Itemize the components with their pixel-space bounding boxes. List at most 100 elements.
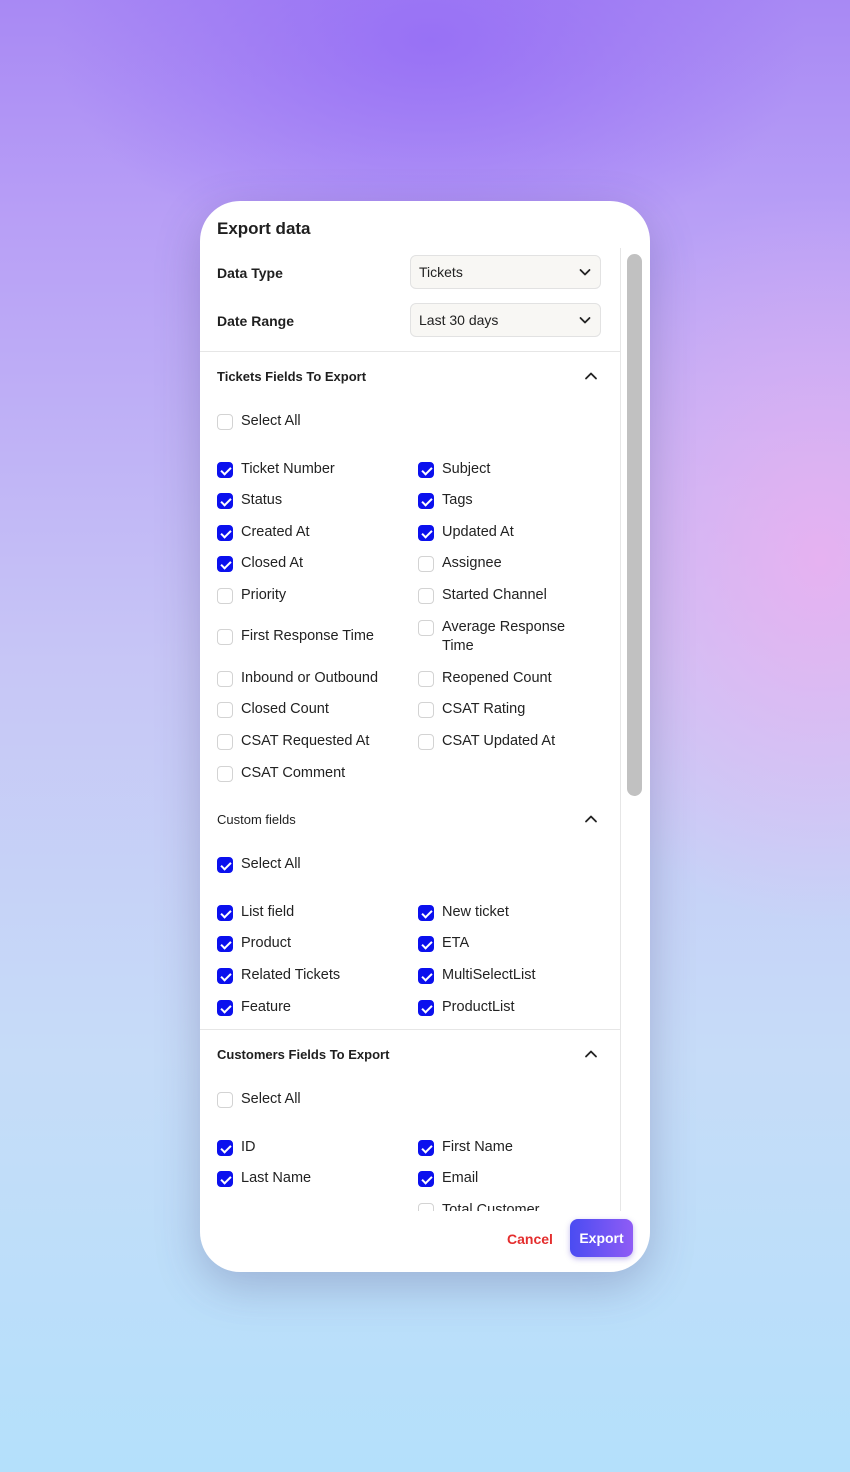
ticket-field-checkbox[interactable]: Tags xyxy=(418,492,473,510)
checkbox-box xyxy=(418,556,434,572)
custom-field-checkbox[interactable]: MultiSelectList xyxy=(418,967,536,985)
checkbox-box xyxy=(217,462,233,478)
chevron-down-icon xyxy=(579,269,591,276)
checkbox-label: CSAT Requested At xyxy=(241,733,370,749)
cancel-button[interactable]: Cancel xyxy=(507,1231,553,1247)
customer-field-checkbox[interactable]: Last Name xyxy=(217,1170,312,1188)
ticket-field-checkbox[interactable]: Created At xyxy=(217,524,310,542)
checkbox-label: Total Customer xyxy=(442,1202,540,1211)
custom-field-checkbox[interactable]: New ticket xyxy=(418,904,509,922)
ticket-field-checkbox[interactable]: Ticket Number xyxy=(217,461,335,479)
customer-field-checkbox[interactable]: ID xyxy=(217,1139,256,1157)
divider xyxy=(200,351,620,352)
ticket-field-checkbox[interactable]: Priority xyxy=(217,587,287,605)
date-range-select[interactable]: Last 30 days xyxy=(410,303,601,337)
checkbox-label: MultiSelectList xyxy=(442,967,536,983)
custom-fields-section-title: Custom fields xyxy=(217,812,296,827)
export-data-modal: Export data Data Type Tickets Date Range… xyxy=(200,201,650,1272)
checkbox-label: Started Channel xyxy=(442,587,547,603)
checkbox-box xyxy=(418,936,434,952)
checkbox-label: CSAT Updated At xyxy=(442,733,556,749)
checkbox-label: First Name xyxy=(442,1139,513,1155)
customer-field-checkbox[interactable]: Total Customer xyxy=(418,1202,540,1211)
checkbox-box xyxy=(217,968,233,984)
checkbox-box xyxy=(217,556,233,572)
checkbox-box xyxy=(418,588,434,604)
custom-field-checkbox[interactable]: ProductList xyxy=(418,999,515,1017)
ticket-field-checkbox[interactable]: Started Channel xyxy=(418,587,547,605)
checkbox-box xyxy=(217,1140,233,1156)
export-form-scroll-area[interactable]: Data Type Tickets Date Range Last 30 day… xyxy=(200,248,621,1211)
checkbox-label: ProductList xyxy=(442,999,515,1015)
checkbox-label: Product xyxy=(241,935,291,951)
customers-select-all-checkbox[interactable]: Select All xyxy=(217,1091,301,1109)
ticket-field-checkbox[interactable]: Inbound or Outbound xyxy=(217,670,379,688)
custom-field-checkbox[interactable]: Product xyxy=(217,935,291,953)
data-type-select[interactable]: Tickets xyxy=(410,255,601,289)
date-range-label: Date Range xyxy=(217,313,295,329)
customer-field-checkbox[interactable]: First Name xyxy=(418,1139,513,1157)
ticket-field-checkbox[interactable]: Average Response Time xyxy=(418,619,588,656)
export-button[interactable]: Export xyxy=(570,1219,633,1257)
ticket-field-checkbox[interactable]: Status xyxy=(217,492,282,510)
checkbox-box xyxy=(217,629,233,645)
date-range-value: Last 30 days xyxy=(419,312,499,328)
chevron-up-icon[interactable] xyxy=(583,1046,599,1062)
ticket-field-checkbox[interactable]: Assignee xyxy=(418,555,502,573)
ticket-field-checkbox[interactable]: CSAT Updated At xyxy=(418,733,556,751)
checkbox-box xyxy=(418,671,434,687)
checkbox-box xyxy=(418,1171,434,1187)
ticket-field-checkbox[interactable]: CSAT Requested At xyxy=(217,733,370,751)
checkbox-box xyxy=(418,734,434,750)
checkbox-label: CSAT Rating xyxy=(442,701,526,717)
ticket-field-checkbox[interactable]: CSAT Comment xyxy=(217,765,345,783)
checkbox-box xyxy=(217,671,233,687)
checkbox-box xyxy=(217,1092,233,1108)
checkbox-box xyxy=(217,1000,233,1016)
checkbox-label: Inbound or Outbound xyxy=(241,670,379,686)
checkbox-label: Created At xyxy=(241,524,310,540)
custom-field-checkbox[interactable]: Related Tickets xyxy=(217,967,340,985)
ticket-field-checkbox[interactable]: Closed Count xyxy=(217,701,329,719)
checkbox-label: ETA xyxy=(442,935,470,951)
checkbox-label: Email xyxy=(442,1170,479,1186)
modal-title: Export data xyxy=(217,219,311,238)
checkbox-label: Priority xyxy=(241,587,287,603)
ticket-field-checkbox[interactable]: Closed At xyxy=(217,555,304,573)
checkbox-label: Select All xyxy=(241,413,301,429)
checkbox-box xyxy=(418,1203,434,1211)
custom-field-checkbox[interactable]: Feature xyxy=(217,999,291,1017)
checkbox-box xyxy=(217,588,233,604)
checkbox-label: Average Response Time xyxy=(442,619,566,654)
ticket-field-checkbox[interactable]: Reopened Count xyxy=(418,670,552,688)
checkbox-label: Closed Count xyxy=(241,701,329,717)
checkbox-box xyxy=(418,493,434,509)
checkbox-box xyxy=(217,857,233,873)
custom-field-checkbox[interactable]: List field xyxy=(217,904,295,922)
checkbox-label: Ticket Number xyxy=(241,461,335,477)
checkbox-box xyxy=(217,766,233,782)
checkbox-box xyxy=(418,462,434,478)
scrollbar-thumb[interactable] xyxy=(627,254,642,796)
customer-field-checkbox[interactable]: Email xyxy=(418,1170,479,1188)
ticket-field-checkbox[interactable]: CSAT Rating xyxy=(418,701,526,719)
checkbox-label: ID xyxy=(241,1139,256,1155)
checkbox-label: Select All xyxy=(241,1091,301,1107)
checkbox-label: Reopened Count xyxy=(442,670,552,686)
checkbox-box xyxy=(418,905,434,921)
checkbox-label: Closed At xyxy=(241,555,304,571)
checkbox-label: Subject xyxy=(442,461,491,477)
tickets-select-all-checkbox[interactable]: Select All xyxy=(217,413,301,431)
ticket-field-checkbox[interactable]: Subject xyxy=(418,461,491,479)
chevron-up-icon[interactable] xyxy=(583,368,599,384)
customers-section-title: Customers Fields To Export xyxy=(217,1047,390,1062)
checkbox-label: List field xyxy=(241,904,295,920)
custom-select-all-checkbox[interactable]: Select All xyxy=(217,856,301,874)
checkbox-box xyxy=(217,414,233,430)
ticket-field-checkbox[interactable]: First Response Time xyxy=(217,628,374,646)
checkbox-box xyxy=(418,702,434,718)
custom-field-checkbox[interactable]: ETA xyxy=(418,935,470,953)
chevron-up-icon[interactable] xyxy=(583,811,599,827)
ticket-field-checkbox[interactable]: Updated At xyxy=(418,524,514,542)
checkbox-label: Last Name xyxy=(241,1170,312,1186)
